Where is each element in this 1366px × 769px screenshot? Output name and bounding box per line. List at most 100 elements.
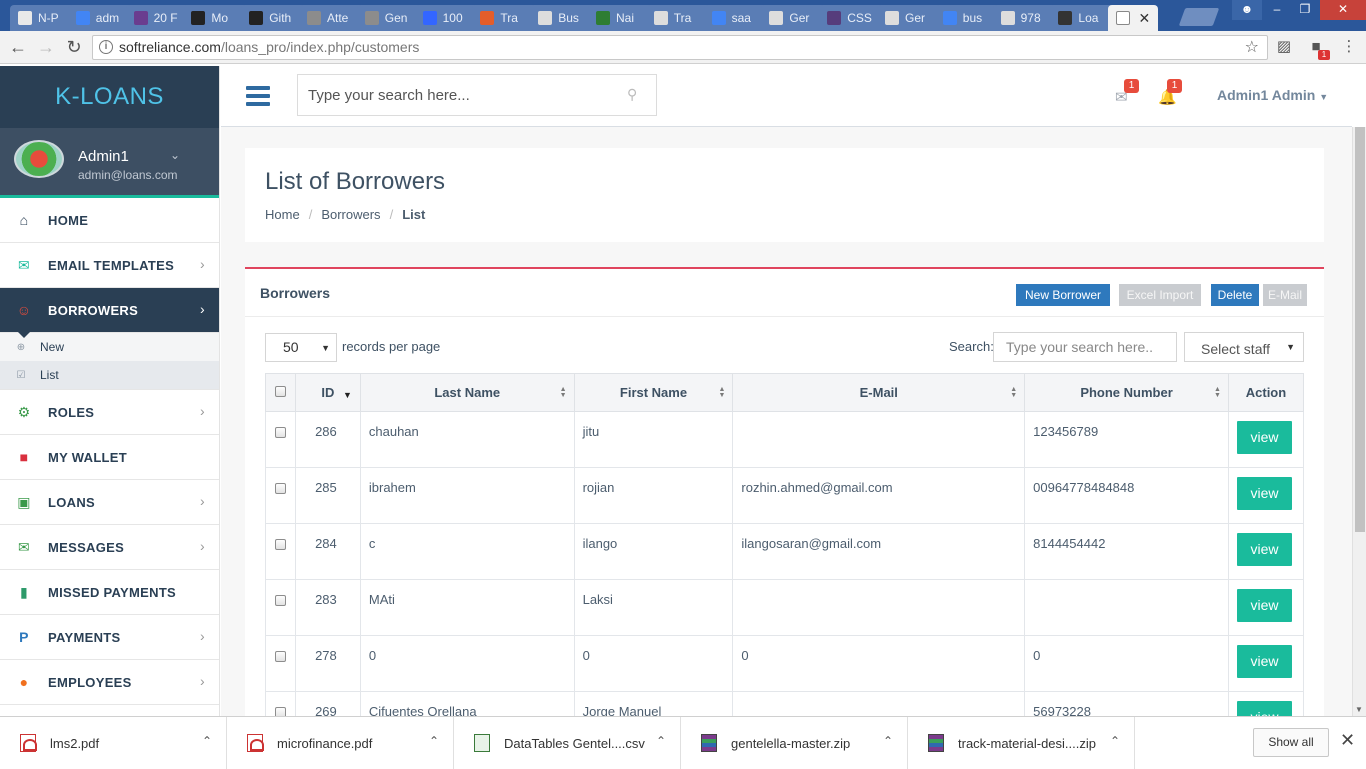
browser-tab[interactable]: N-P (10, 5, 75, 31)
records-per-page-select[interactable]: 50 ▼ (265, 333, 337, 362)
browser-tab[interactable]: 978 (992, 5, 1058, 31)
download-item[interactable]: lms2.pdf ⌃ (0, 717, 227, 769)
view-button[interactable]: view (1236, 645, 1292, 678)
brand-logo[interactable]: K-LOANS (0, 66, 219, 128)
reload-icon[interactable]: ↻ (64, 37, 84, 57)
info-icon[interactable]: i (99, 40, 113, 54)
user-menu[interactable]: Admin1 Admin ▼ (1217, 87, 1328, 103)
sidebar-item-missed-payments[interactable]: ▮ MISSED PAYMENTS (0, 570, 219, 615)
column-header-last-name[interactable]: Last Name ▲ ▼ (359, 373, 575, 412)
chevron-up-icon[interactable]: ⌃ (1110, 734, 1120, 748)
chevron-up-icon[interactable]: ⌃ (429, 734, 439, 748)
browser-tab[interactable]: Gith (241, 5, 307, 31)
chevron-up-icon[interactable]: ⌃ (202, 734, 212, 748)
window-close-button[interactable]: ✕ (1320, 0, 1366, 20)
download-item[interactable]: DataTables Gentel....csv ⌃ (454, 717, 681, 769)
column-header-first-name[interactable]: First Name ▲ ▼ (573, 373, 734, 412)
browser-tab[interactable]: bus (934, 5, 1000, 31)
row-select-cell (265, 411, 296, 468)
browser-tab[interactable]: Ger (761, 5, 827, 31)
view-button[interactable]: view (1236, 477, 1292, 510)
browser-tab-active[interactable]: ✕ (1108, 5, 1159, 31)
sidebar-item-messages[interactable]: ✉ MESSAGES › (0, 525, 219, 570)
row-checkbox[interactable] (274, 651, 286, 662)
browser-tab[interactable]: Tra (472, 5, 538, 31)
sidebar-item-home[interactable]: ⌂ HOME (0, 198, 219, 243)
new-tab-button[interactable] (1178, 8, 1220, 26)
submenu-item-list[interactable]: ☑ List (0, 361, 219, 389)
browser-tab[interactable]: Atte (299, 5, 364, 31)
delete-button[interactable]: Delete (1211, 284, 1259, 306)
top-header: ⚲ ✉ 1 🔔 1 Admin1 Admin▼ (221, 66, 1352, 127)
chevron-down-icon[interactable]: ⌄ (170, 148, 180, 162)
submenu-item-new[interactable]: ⊕ New (0, 333, 219, 361)
chevron-up-icon[interactable]: ⌃ (656, 734, 666, 748)
close-icon[interactable]: ✕ (1340, 730, 1355, 751)
table-row: 278 0 0 0 0 view (265, 635, 1305, 692)
table-search-input[interactable] (993, 332, 1177, 362)
browser-tab[interactable]: Gen (356, 5, 422, 31)
browser-tab[interactable]: Mo (183, 5, 249, 31)
breadcrumb-home[interactable]: Home (265, 207, 300, 222)
browser-tab[interactable]: 100 (414, 5, 480, 31)
scrollbar-thumb[interactable] (1355, 127, 1365, 532)
new-borrower-button[interactable]: New Borrower (1016, 284, 1110, 306)
forward-icon[interactable]: → (36, 37, 56, 57)
smile-icon: ☺ (16, 302, 32, 318)
sidebar-item-my-wallet[interactable]: ■ MY WALLET (0, 435, 219, 480)
bookmark-star-icon[interactable]: ☆ (1245, 36, 1259, 59)
menu-toggle-icon[interactable] (246, 86, 270, 106)
profile-card[interactable]: Admin1 admin@loans.com ⌄ (0, 128, 219, 198)
download-item[interactable]: gentelella-master.zip ⌃ (681, 717, 908, 769)
download-item[interactable]: track-material-desi....zip ⌃ (908, 717, 1135, 769)
breadcrumb-borrowers[interactable]: Borrowers (321, 207, 380, 222)
browser-tab[interactable]: Nai (588, 5, 653, 31)
page-scrollbar[interactable]: ▼ (1352, 127, 1366, 716)
profile-window-button[interactable]: ☻ (1232, 0, 1262, 20)
browser-tab[interactable]: Bus (530, 5, 596, 31)
browser-tab[interactable]: 20 F (125, 5, 191, 31)
global-search-input[interactable] (297, 74, 657, 116)
extension-icon[interactable]: ▨ (1275, 38, 1293, 56)
select-all-checkbox[interactable] (274, 386, 286, 397)
browser-tab[interactable]: adm (67, 5, 133, 31)
chevron-up-icon[interactable]: ⌃ (883, 734, 893, 748)
show-all-button[interactable]: Show all (1253, 728, 1329, 757)
view-button[interactable]: view (1236, 421, 1292, 454)
sidebar-item-borrowers[interactable]: ☺ BORROWERS › (0, 288, 219, 338)
excel-import-button[interactable]: Excel Import (1119, 284, 1201, 306)
minimize-button[interactable]: – (1262, 0, 1292, 20)
back-icon[interactable]: ← (8, 37, 28, 57)
tab-close-icon[interactable]: ✕ (1138, 10, 1150, 27)
scroll-down-icon[interactable]: ▼ (1355, 705, 1363, 714)
search-icon[interactable]: ⚲ (627, 86, 637, 103)
address-bar[interactable]: i softreliance.com/loans_pro/index.php/c… (92, 35, 1268, 60)
column-header-email[interactable]: E-Mail ▲ ▼ (732, 373, 1026, 412)
column-header-phone[interactable]: Phone Number ▲ ▼ (1024, 373, 1229, 412)
row-checkbox[interactable] (274, 539, 286, 550)
cell-phone: 123456789 (1024, 411, 1229, 468)
row-checkbox[interactable] (274, 427, 286, 438)
sidebar-item-employees[interactable]: ● EMPLOYEES › (0, 660, 219, 705)
browser-tab[interactable]: Ger (877, 5, 942, 31)
view-button[interactable]: view (1236, 589, 1292, 622)
view-button[interactable]: view (1236, 701, 1292, 716)
row-checkbox[interactable] (274, 595, 286, 606)
browser-tab[interactable]: Tra (645, 5, 711, 31)
browser-menu-icon[interactable]: ⋮ (1340, 38, 1358, 56)
row-checkbox[interactable] (274, 707, 286, 716)
row-checkbox[interactable] (274, 483, 286, 494)
column-header-id[interactable]: ID ▼ (294, 373, 361, 412)
sidebar-item-loans[interactable]: ▣ LOANS › (0, 480, 219, 525)
maximize-button[interactable]: ❐ (1290, 0, 1320, 20)
staff-select[interactable]: Select staff ▼ (1184, 332, 1304, 362)
sidebar-item-payments[interactable]: P PAYMENTS › (0, 615, 219, 660)
browser-tab[interactable]: saa (703, 5, 769, 31)
download-item[interactable]: microfinance.pdf ⌃ (227, 717, 454, 769)
email-button[interactable]: E-Mail (1263, 284, 1307, 306)
sidebar-item-roles[interactable]: ⚙ ROLES › (0, 390, 219, 435)
browser-tab[interactable]: CSS (819, 5, 885, 31)
sidebar-item-email-templates[interactable]: ✉ EMAIL TEMPLATES › (0, 243, 219, 288)
browser-tab[interactable]: Loa (1050, 5, 1116, 31)
view-button[interactable]: view (1236, 533, 1292, 566)
